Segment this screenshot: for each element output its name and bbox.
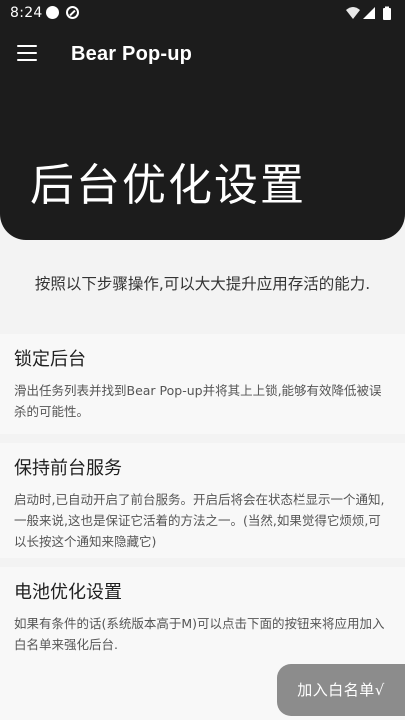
page-title: 后台优化设置: [30, 160, 306, 211]
card-lock-background: 锁定后台 滑出任务列表并找到Bear Pop-up并将其上上锁,能够有效降低被误…: [0, 334, 405, 434]
notification-dot-icon: [46, 6, 59, 19]
header: 8:24 Bear Pop-up 后台优化设置: [0, 0, 405, 240]
card-description: 如果有条件的话(系统版本高于M)可以点击下面的按钮来将应用加入白名单来强化后台.: [14, 616, 385, 652]
card-title: 保持前台服务: [14, 458, 122, 479]
intro-text: 按照以下步骤操作,可以大大提升应用存活的能力.: [34, 275, 371, 293]
app-title: Bear Pop-up: [71, 43, 193, 65]
card-title: 电池优化设置: [14, 582, 122, 603]
wifi-icon: [346, 7, 360, 19]
card-description: 滑出任务列表并找到Bear Pop-up并将其上上锁,能够有效降低被误杀的可能性…: [14, 383, 382, 419]
add-to-whitelist-button[interactable]: 加入白名单√: [277, 664, 405, 716]
status-icons: [345, 5, 395, 21]
card-foreground-service: 保持前台服务 启动时,已自动开启了前台服务。开启后将会在状态栏显示一个通知,一般…: [0, 443, 405, 558]
battery-icon: [383, 6, 391, 20]
cell-signal-icon: [363, 7, 375, 19]
card-description: 启动时,已自动开启了前台服务。开启后将会在状态栏显示一个通知,一般来说,这也是保…: [14, 492, 385, 549]
hamburger-menu-icon[interactable]: [17, 44, 37, 62]
status-time: 8:24: [10, 5, 43, 21]
card-title: 锁定后台: [14, 349, 86, 370]
status-bar: 8:24: [0, 0, 405, 26]
blocked-app-icon: [66, 6, 79, 19]
